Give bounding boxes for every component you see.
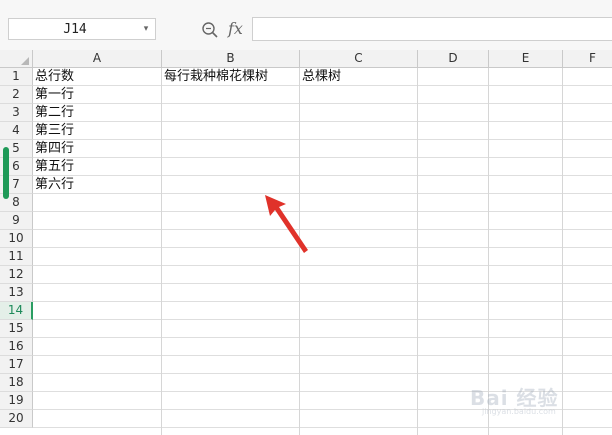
scroll-thumb[interactable] xyxy=(3,147,9,199)
row-gridline xyxy=(33,193,612,194)
watermark-subtext: jingyan.baidu.com xyxy=(482,407,556,416)
row-gridline xyxy=(33,103,612,104)
row-header-2[interactable]: 2 xyxy=(0,86,33,104)
column-header-a[interactable]: A xyxy=(33,50,162,68)
column-header-e[interactable]: E xyxy=(489,50,563,68)
row-header-18[interactable]: 18 xyxy=(0,374,33,392)
name-box[interactable]: J14 ▾ xyxy=(8,18,156,40)
column-gridline xyxy=(161,68,162,435)
cell-a1[interactable]: 总行数 xyxy=(33,68,74,86)
row-header-9[interactable]: 9 xyxy=(0,212,33,230)
zoom-icon[interactable] xyxy=(201,21,219,39)
row-gridline xyxy=(33,175,612,176)
cell-a3[interactable]: 第二行 xyxy=(33,104,74,122)
row-header-4[interactable]: 4 xyxy=(0,122,33,140)
column-header-c[interactable]: C xyxy=(300,50,418,68)
cell-a7[interactable]: 第六行 xyxy=(33,176,74,194)
row-header-13[interactable]: 13 xyxy=(0,284,33,302)
cell-a4[interactable]: 第三行 xyxy=(33,122,74,140)
row-gridline xyxy=(33,121,612,122)
column-header-f[interactable]: F xyxy=(563,50,612,68)
row-header-15[interactable]: 15 xyxy=(0,320,33,338)
row-gridline xyxy=(33,319,612,320)
row-header-10[interactable]: 10 xyxy=(0,230,33,248)
row-header-16[interactable]: 16 xyxy=(0,338,33,356)
row-gridline xyxy=(33,355,612,356)
row-header-3[interactable]: 3 xyxy=(0,104,33,122)
cell-b1[interactable]: 每行栽种棉花棵树 xyxy=(162,68,268,86)
cell-a5[interactable]: 第四行 xyxy=(33,140,74,158)
row-header-14[interactable]: 14 xyxy=(0,302,33,320)
watermark-logo: Bai 经验 jingyan.baidu.com xyxy=(470,378,610,418)
row-gridline xyxy=(33,247,612,248)
fx-icon[interactable]: fx xyxy=(228,18,243,40)
row-gridline xyxy=(33,211,612,212)
row-header-19[interactable]: 19 xyxy=(0,392,33,410)
row-header-1[interactable]: 1 xyxy=(0,68,33,86)
row-header-17[interactable]: 17 xyxy=(0,356,33,374)
row-gridline xyxy=(33,373,612,374)
row-gridline xyxy=(33,427,612,428)
row-gridline xyxy=(33,229,612,230)
formula-toolbar: J14 ▾ fx xyxy=(0,0,612,51)
formula-input[interactable] xyxy=(252,17,612,41)
chevron-down-icon[interactable]: ▾ xyxy=(140,19,152,39)
row-header-20[interactable]: 20 xyxy=(0,410,33,428)
row-gridline xyxy=(33,283,612,284)
annotation-arrow-icon xyxy=(265,195,308,253)
row-gridline xyxy=(33,301,612,302)
cell-a6[interactable]: 第五行 xyxy=(33,158,74,176)
column-gridline xyxy=(417,68,418,435)
row-gridline xyxy=(33,139,612,140)
row-gridline xyxy=(33,337,612,338)
cell-a2[interactable]: 第一行 xyxy=(33,86,74,104)
column-header-b[interactable]: B xyxy=(162,50,300,68)
select-all-corner[interactable] xyxy=(0,50,33,68)
row-gridline xyxy=(33,265,612,266)
row-gridline xyxy=(33,157,612,158)
name-box-value: J14 xyxy=(63,22,87,37)
column-header-d[interactable]: D xyxy=(418,50,489,68)
cell-c1[interactable]: 总棵树 xyxy=(300,68,341,86)
row-header-12[interactable]: 12 xyxy=(0,266,33,284)
row-header-11[interactable]: 11 xyxy=(0,248,33,266)
